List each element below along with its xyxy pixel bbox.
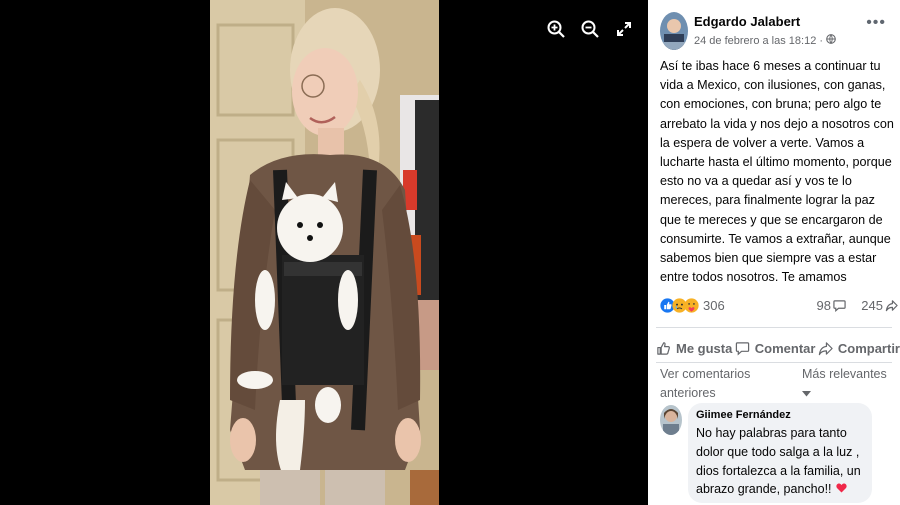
comment-icon (735, 341, 749, 355)
comments-count-value: 98 (816, 298, 831, 313)
commenter-avatar[interactable] (660, 405, 682, 435)
post-text: Así te ibas hace 6 meses a continuar tu … (660, 59, 894, 285)
shares-count-value: 245 (861, 298, 883, 313)
reactions-count: 306 (703, 298, 725, 313)
post-stats: 306 98 245 (660, 298, 898, 318)
thumbs-up-icon (657, 341, 670, 355)
post-meta: 24 de febrero a las 18:12 · (694, 34, 836, 47)
stats-divider (656, 327, 892, 328)
post-sidebar: Edgardo Jalabert 24 de febrero a las 18:… (648, 0, 900, 505)
reactions-summary[interactable]: 306 (660, 298, 725, 313)
post-date[interactable]: 24 de febrero a las 18:12 · (694, 35, 823, 47)
like-label: Me gusta (676, 340, 733, 356)
photo-viewer (0, 0, 648, 505)
comments-controls: Ver comentarios anteriores Más relevante… (660, 365, 892, 401)
fullscreen-icon[interactable] (614, 18, 634, 40)
comment-button[interactable]: Comentar (735, 336, 816, 360)
globe-icon (826, 34, 836, 47)
more-options-button[interactable]: ••• (866, 15, 886, 31)
shares-count[interactable]: 245 (861, 298, 898, 313)
comment-bubble: Giimee Fernández No hay palabras para ta… (688, 403, 872, 503)
share-arrow-icon (885, 300, 898, 312)
view-previous-comments-link[interactable]: Ver comentarios anteriores (660, 365, 780, 403)
like-button[interactable]: Me gusta (656, 336, 732, 360)
comment-label: Comentar (754, 340, 816, 356)
actions-divider (656, 362, 892, 363)
zoom-in-icon[interactable] (546, 18, 566, 40)
author-avatar[interactable] (660, 12, 688, 50)
post-photo[interactable] (210, 0, 439, 505)
comment-sort-dropdown[interactable]: Más relevantes (802, 365, 892, 403)
post-actions: Me gusta Comentar Compartir (656, 336, 900, 360)
comment-author[interactable]: Giimee Fernández (696, 409, 864, 421)
post-header: Edgardo Jalabert 24 de febrero a las 18:… (660, 10, 894, 54)
care-icon (684, 298, 699, 313)
viewer-toolbar (546, 18, 634, 40)
red-heart-icon (836, 480, 847, 498)
zoom-out-icon[interactable] (580, 18, 600, 40)
photo-illustration (210, 0, 439, 505)
share-label: Compartir (837, 340, 900, 356)
comment-bubble-icon (833, 300, 846, 312)
post-author[interactable]: Edgardo Jalabert (694, 14, 800, 29)
comment-sort-label: Más relevantes (802, 367, 887, 381)
comments-count[interactable]: 98 (817, 298, 846, 313)
chevron-down-icon (802, 391, 811, 397)
share-icon (818, 341, 833, 355)
share-button[interactable]: Compartir (818, 336, 900, 360)
